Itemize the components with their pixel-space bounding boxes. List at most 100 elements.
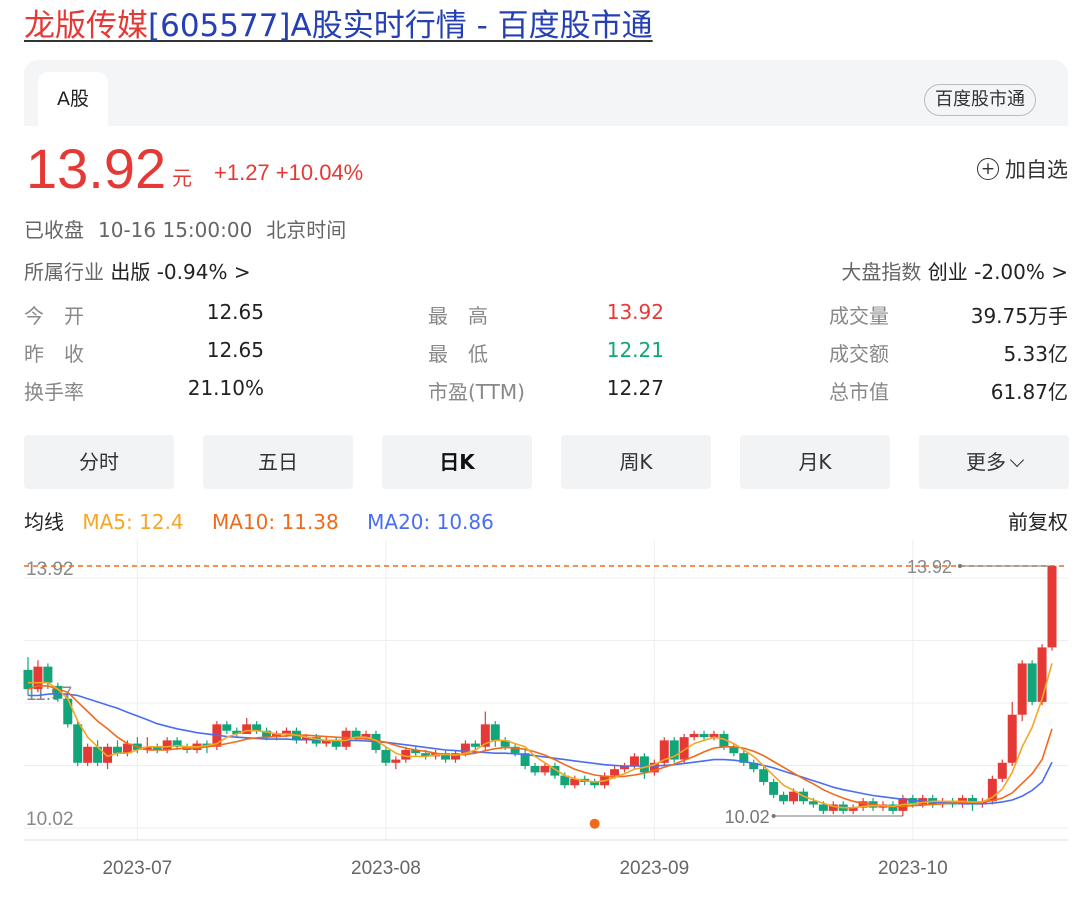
index-link[interactable]: 大盘指数 创业 -2.00% > <box>841 256 1068 285</box>
tab-intraday[interactable]: 分时 <box>24 435 174 489</box>
candle-body <box>1007 714 1017 763</box>
candle-body <box>252 724 262 731</box>
industry-label: 所属行业 <box>24 260 104 284</box>
stat-value: 61.87亿 <box>990 380 1068 404</box>
stat-label: 最 低 <box>428 342 488 366</box>
low-marker-dot <box>771 814 776 818</box>
x-tick-label: 2023-08 <box>351 858 421 879</box>
stat-value: 13.92 <box>606 300 664 324</box>
industry-value: 出版 -0.94% > <box>110 260 251 284</box>
stat-label: 成交额 <box>829 342 889 366</box>
candle-body <box>162 740 172 750</box>
market-tab-bar: A股 百度股市通 <box>24 60 1068 130</box>
index-value: 创业 -2.00% > <box>927 260 1068 284</box>
plus-circle-icon: + <box>977 158 999 180</box>
stat-row: 昨 收 12.65 最 低 12.21 成交额 5.33亿 <box>24 338 1068 376</box>
period-selector: 分时 五日 日K 周K 月K 更多 <box>24 435 1069 489</box>
candle-body <box>639 756 649 773</box>
x-tick-label: 2023-10 <box>878 858 948 879</box>
add-watchlist-button[interactable]: + 加自选 <box>977 154 1068 184</box>
stock-name-link[interactable]: 龙版传媒 <box>24 8 148 44</box>
candle-body <box>112 746 122 754</box>
tab-more[interactable]: 更多 <box>919 435 1069 489</box>
stat-value: 21.10% <box>187 376 264 400</box>
candle-body <box>331 740 341 747</box>
quote-time: 10-16 15:00:00 <box>98 218 253 242</box>
price-unit: 元 <box>172 166 192 190</box>
quote-stats: 今 开 12.65 最 高 13.92 成交量 39.75万手 昨 收 12.6… <box>24 300 1068 420</box>
tab-five-day[interactable]: 五日 <box>203 435 353 489</box>
candle-body <box>779 794 789 802</box>
candle-body <box>63 698 73 725</box>
candle-body <box>629 756 639 766</box>
page-title-link[interactable]: [605577]A股实时行情 - 百度股市通 <box>148 8 653 44</box>
candle-body <box>351 730 361 738</box>
candle-body <box>610 769 620 776</box>
industry-link[interactable]: 所属行业 出版 -0.94% > <box>24 256 251 285</box>
stat-value: 5.33亿 <box>1003 342 1068 366</box>
candle-body <box>1047 566 1057 648</box>
candle-body <box>391 759 401 763</box>
stat-label: 成交量 <box>829 304 889 328</box>
candle-body <box>997 762 1007 779</box>
tab-a-share[interactable]: A股 <box>38 72 108 130</box>
x-tick-label: 2023-09 <box>619 858 689 879</box>
candle-body <box>381 749 391 763</box>
candle-body <box>490 724 500 741</box>
ma5-line <box>28 663 1053 809</box>
candle-body <box>83 746 93 763</box>
chevron-down-icon <box>1009 452 1025 468</box>
tab-weekly-k[interactable]: 周K <box>561 435 711 489</box>
candle-body <box>699 733 709 738</box>
industry-row: 所属行业 出版 -0.94% > 大盘指数 创业 -2.00% > <box>24 256 1068 286</box>
index-label: 大盘指数 <box>841 260 922 284</box>
candle-body <box>73 724 83 763</box>
stat-value: 12.21 <box>606 338 664 362</box>
adjust-mode-button[interactable]: 前复权 <box>1008 506 1068 535</box>
candle-body <box>470 743 480 747</box>
stat-value: 12.65 <box>206 338 264 362</box>
close-status: 已收盘 <box>24 218 84 242</box>
stat-row: 今 开 12.65 最 高 13.92 成交量 39.75万手 <box>24 300 1068 338</box>
ma-title: 均线 <box>24 510 64 534</box>
tab-daily-k[interactable]: 日K <box>382 435 532 489</box>
candle-body <box>818 804 828 811</box>
stat-row: 换手率 21.10% 市盈(TTM) 12.27 总市值 61.87亿 <box>24 376 1068 414</box>
current-price: 13.92 <box>26 137 167 200</box>
candle-body <box>1017 663 1027 715</box>
candle-body <box>689 733 699 738</box>
timezone-label: 北京时间 <box>266 218 347 242</box>
candle-body <box>540 766 550 773</box>
ma5-legend: MA5: 12.4 <box>82 510 184 534</box>
stat-value: 12.65 <box>206 300 264 324</box>
x-tick-label: 2023-07 <box>102 858 172 879</box>
candle-body <box>1037 647 1047 702</box>
kline-chart[interactable]: 13.9211.9710.022023-07 2023-08 2023-09 2023… <box>0 540 1080 895</box>
stat-label: 今 开 <box>24 304 84 328</box>
brand-pill-button[interactable]: 百度股市通 <box>924 84 1036 116</box>
stat-value: 12.27 <box>606 376 664 400</box>
high-price-label: 13.92 <box>907 557 952 577</box>
event-marker-dot <box>589 818 600 829</box>
candle-body <box>759 769 769 783</box>
price-change: +1.27 +10.04% <box>214 160 364 185</box>
candle-body <box>769 782 779 795</box>
stat-label: 总市值 <box>829 380 889 404</box>
stat-label: 市盈(TTM) <box>428 380 525 404</box>
tab-monthly-k[interactable]: 月K <box>740 435 890 489</box>
tab-more-label: 更多 <box>966 450 1006 474</box>
candle-body <box>530 766 540 773</box>
ma10-legend: MA10: 11.38 <box>212 510 339 534</box>
stat-value: 39.75万手 <box>970 304 1068 328</box>
high-marker-dot <box>958 564 962 568</box>
candle-body <box>23 669 33 690</box>
candle-body <box>1027 663 1037 702</box>
y-tick-label: 10.02 <box>26 809 74 830</box>
add-watchlist-label: 加自选 <box>1005 158 1068 182</box>
market-status: 已收盘 10-16 15:00:00 北京时间 <box>24 214 360 243</box>
y-tick-label: 13.92 <box>26 559 74 580</box>
moving-average-legend: 均线 MA5: 12.4 MA10: 11.38 MA20: 10.86 前复权 <box>24 506 1068 536</box>
stat-label: 换手率 <box>24 380 84 404</box>
page-title[interactable]: 龙版传媒[605577]A股实时行情 - 百度股市通 <box>24 6 653 46</box>
stat-label: 昨 收 <box>24 342 84 366</box>
